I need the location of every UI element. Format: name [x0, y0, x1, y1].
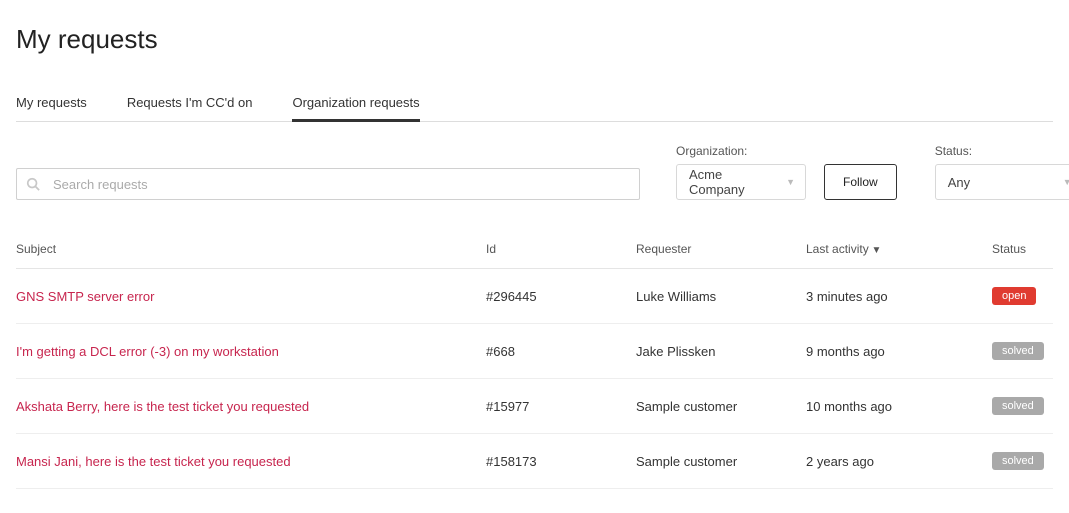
organization-filter: Organization: Acme Company ▼: [676, 144, 806, 200]
status-label: Status:: [935, 144, 1069, 158]
cell-last-activity: 9 months ago: [806, 344, 986, 359]
table-row: GNS SMTP server error #296445 Luke Willi…: [16, 269, 1053, 324]
status-badge: solved: [992, 452, 1044, 470]
cell-requester: Sample customer: [636, 399, 806, 414]
cell-id: #158173: [486, 454, 636, 469]
status-select[interactable]: Any ▼: [935, 164, 1069, 200]
status-value: Any: [948, 175, 970, 190]
cell-last-activity: 10 months ago: [806, 399, 986, 414]
cell-requester: Jake Plissken: [636, 344, 806, 359]
follow-button[interactable]: Follow: [824, 164, 897, 200]
cell-last-activity: 3 minutes ago: [806, 289, 986, 304]
search-wrap: [16, 168, 640, 200]
col-subject[interactable]: Subject: [16, 242, 486, 256]
tab-organization-requests[interactable]: Organization requests: [292, 87, 419, 122]
cell-subject[interactable]: Akshata Berry, here is the test ticket y…: [16, 399, 486, 414]
organization-select[interactable]: Acme Company ▼: [676, 164, 806, 200]
page-title: My requests: [16, 0, 1053, 69]
table-row: Akshata Berry, here is the test ticket y…: [16, 379, 1053, 434]
status-filter: Status: Any ▼: [935, 144, 1069, 200]
cell-subject[interactable]: Mansi Jani, here is the test ticket you …: [16, 454, 486, 469]
cell-subject[interactable]: I'm getting a DCL error (-3) on my works…: [16, 344, 486, 359]
cell-last-activity: 2 years ago: [806, 454, 986, 469]
col-id[interactable]: Id: [486, 242, 636, 256]
cell-id: #668: [486, 344, 636, 359]
cell-status: solved: [986, 342, 1053, 360]
search-input[interactable]: [16, 168, 640, 200]
table-row: I'm getting a DCL error (-3) on my works…: [16, 324, 1053, 379]
tab-my-requests[interactable]: My requests: [16, 87, 87, 122]
tabs: My requests Requests I'm CC'd on Organiz…: [16, 87, 1053, 122]
status-badge: open: [992, 287, 1036, 305]
organization-value: Acme Company: [689, 167, 777, 197]
requests-table: Subject Id Requester Last activity Statu…: [16, 242, 1053, 489]
filters-row: Organization: Acme Company ▼ Follow Stat…: [16, 122, 1053, 200]
cell-requester: Luke Williams: [636, 289, 806, 304]
col-status[interactable]: Status: [986, 242, 1053, 256]
tab-cc[interactable]: Requests I'm CC'd on: [127, 87, 253, 122]
cell-status: solved: [986, 397, 1053, 415]
chevron-down-icon: ▼: [1063, 177, 1069, 187]
cell-status: open: [986, 287, 1053, 305]
chevron-down-icon: ▼: [786, 177, 795, 187]
cell-id: #15977: [486, 399, 636, 414]
status-badge: solved: [992, 342, 1044, 360]
cell-subject[interactable]: GNS SMTP server error: [16, 289, 486, 304]
cell-status: solved: [986, 452, 1053, 470]
search-icon: [26, 177, 40, 191]
cell-requester: Sample customer: [636, 454, 806, 469]
table-row: Mansi Jani, here is the test ticket you …: [16, 434, 1053, 489]
organization-label: Organization:: [676, 144, 806, 158]
cell-id: #296445: [486, 289, 636, 304]
table-header: Subject Id Requester Last activity Statu…: [16, 242, 1053, 269]
col-last-activity[interactable]: Last activity: [806, 242, 986, 256]
col-requester[interactable]: Requester: [636, 242, 806, 256]
status-badge: solved: [992, 397, 1044, 415]
